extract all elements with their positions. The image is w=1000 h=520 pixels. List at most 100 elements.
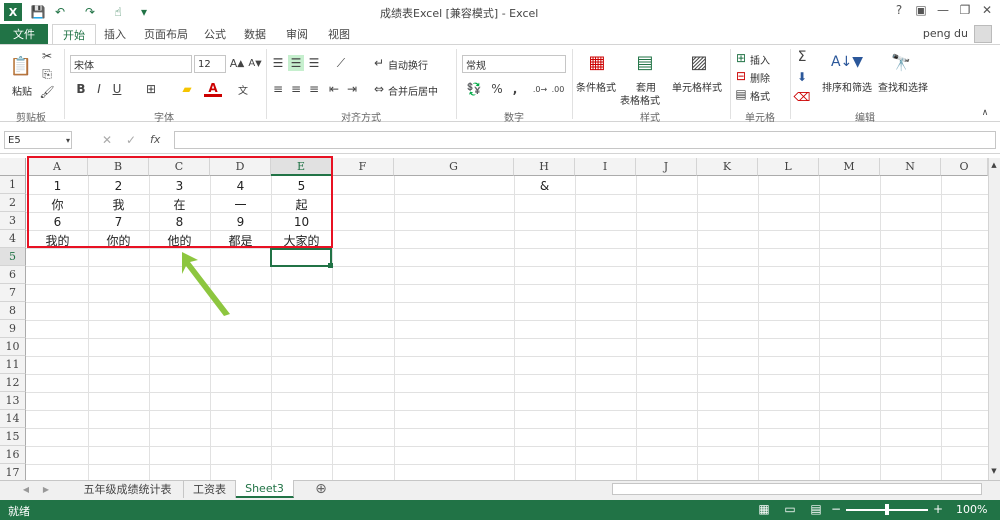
format-painter-icon[interactable]: 🖌 — [39, 85, 54, 99]
page-layout-view-icon[interactable]: ▭ — [782, 502, 798, 516]
orientation-icon[interactable]: ⟋ — [330, 55, 352, 71]
delete-button[interactable]: 删除 — [750, 70, 770, 85]
row-header-8[interactable]: 8 — [0, 302, 26, 320]
fill-color-icon[interactable]: ▰ — [178, 81, 196, 97]
decrease-indent-icon[interactable]: ⇤ — [326, 81, 342, 97]
avatar[interactable] — [974, 25, 992, 43]
column-header-H[interactable]: H — [514, 158, 575, 176]
grow-font-icon[interactable]: A ▲ — [230, 55, 245, 71]
touch-mode-icon[interactable]: ☝ — [110, 4, 126, 20]
comma-button[interactable]: , — [508, 81, 522, 97]
fill-icon[interactable]: ⬇ — [794, 69, 810, 85]
page-break-view-icon[interactable]: ▤ — [808, 502, 824, 516]
name-box-dropdown-icon[interactable]: ▾ — [64, 133, 72, 147]
row-header-16[interactable]: 16 — [0, 446, 26, 464]
restore-icon[interactable]: ❐ — [954, 3, 976, 21]
currency-icon[interactable]: 💱 — [464, 81, 484, 97]
redo-icon[interactable]: ↷ — [82, 4, 98, 20]
align-bottom-icon[interactable]: ☰ — [306, 55, 322, 71]
underline-button[interactable]: U — [110, 81, 124, 97]
row-header-13[interactable]: 13 — [0, 392, 26, 410]
vertical-scrollbar[interactable] — [988, 158, 1000, 480]
name-box[interactable]: E5 — [4, 131, 72, 149]
close-icon[interactable]: ✕ — [976, 3, 998, 21]
merge-center-icon[interactable]: ⇔ — [372, 81, 386, 97]
sort-filter-button[interactable]: 排序和筛选 — [822, 79, 872, 94]
decrease-decimal-icon[interactable]: .00 — [550, 81, 566, 97]
align-left-icon[interactable]: ≡ — [270, 81, 286, 97]
user-name[interactable]: peng du — [923, 27, 968, 40]
conditional-format-icon[interactable]: ▦ — [584, 49, 610, 75]
scroll-down-icon[interactable]: ▼ — [989, 466, 999, 476]
zoom-level[interactable]: 100% — [956, 503, 987, 516]
increase-indent-icon[interactable]: ⇥ — [344, 81, 360, 97]
row-header-6[interactable]: 6 — [0, 266, 26, 284]
row-header-5[interactable]: 5 — [0, 248, 26, 266]
format-cells-icon[interactable]: ▤ — [734, 87, 748, 101]
customize-qat-icon[interactable]: ▾ — [136, 4, 152, 20]
tab-data[interactable]: 数据 — [238, 24, 272, 44]
row-header-2[interactable]: 2 — [0, 194, 26, 212]
row-header-4[interactable]: 4 — [0, 230, 26, 248]
align-center-icon[interactable]: ≡ — [288, 81, 304, 97]
conditional-format-button[interactable]: 条件格式 — [576, 79, 616, 94]
column-header-J[interactable]: J — [636, 158, 697, 176]
wrap-text-icon[interactable]: ↵ — [372, 55, 386, 71]
copy-icon[interactable]: ⎘ — [40, 67, 54, 81]
selected-cell-E5[interactable] — [270, 248, 332, 267]
row-header-15[interactable]: 15 — [0, 428, 26, 446]
increase-decimal-icon[interactable]: .0→ — [532, 81, 548, 97]
enter-icon[interactable]: ✓ — [124, 133, 138, 147]
row-header-10[interactable]: 10 — [0, 338, 26, 356]
align-middle-icon[interactable]: ☰ — [288, 55, 304, 71]
find-select-icon[interactable]: 🔭 — [888, 49, 914, 75]
next-sheet-icon[interactable]: ▶ — [40, 482, 52, 496]
percent-button[interactable]: % — [490, 81, 504, 97]
tab-review[interactable]: 审阅 — [280, 24, 314, 44]
number-format-select[interactable]: 常规 — [462, 55, 566, 73]
save-icon[interactable]: 💾 — [30, 4, 46, 20]
tab-page-layout[interactable]: 页面布局 — [136, 24, 196, 44]
row-header-11[interactable]: 11 — [0, 356, 26, 374]
zoom-in-icon[interactable]: + — [932, 502, 944, 516]
zoom-out-icon[interactable]: − — [830, 502, 842, 516]
sheet-tab-grade-stats[interactable]: 五年级成绩统计表 — [72, 480, 184, 498]
cell-styles-button[interactable]: 单元格样式 — [672, 79, 722, 94]
add-sheet-icon[interactable]: ⊕ — [312, 481, 330, 497]
column-header-N[interactable]: N — [880, 158, 941, 176]
insert-button[interactable]: 插入 — [750, 52, 770, 67]
insert-function-button[interactable]: fx — [150, 133, 160, 146]
paste-button[interactable]: 粘贴 — [12, 83, 32, 98]
undo-icon[interactable]: ↶ — [52, 4, 68, 20]
tab-home[interactable]: 开始 — [52, 24, 96, 44]
row-header-12[interactable]: 12 — [0, 374, 26, 392]
clear-icon[interactable]: ⌫ — [794, 89, 811, 105]
column-header-L[interactable]: L — [758, 158, 819, 176]
column-header-I[interactable]: I — [575, 158, 636, 176]
autosum-button[interactable]: Σ — [794, 49, 810, 65]
column-header-G[interactable]: G — [394, 158, 514, 176]
formula-input[interactable] — [174, 131, 996, 149]
column-header-K[interactable]: K — [697, 158, 758, 176]
bold-button[interactable]: B — [74, 81, 88, 97]
font-size-select[interactable]: 12 — [194, 55, 226, 73]
column-header-O[interactable]: O — [941, 158, 988, 176]
tab-formulas[interactable]: 公式 — [198, 24, 232, 44]
sort-filter-icon[interactable]: A↓▼ — [831, 49, 863, 75]
shrink-font-icon[interactable]: A ▼ — [248, 55, 262, 71]
prev-sheet-icon[interactable]: ◀ — [20, 482, 32, 496]
ribbon-display-icon[interactable]: ▣ — [910, 3, 932, 21]
column-header-M[interactable]: M — [819, 158, 880, 176]
align-top-icon[interactable]: ☰ — [270, 55, 286, 71]
tab-file[interactable]: 文件 — [0, 24, 48, 44]
minimize-icon[interactable]: — — [932, 3, 954, 21]
cell-styles-icon[interactable]: ▨ — [686, 49, 712, 75]
format-table-button-2[interactable]: 表格格式 — [620, 92, 660, 107]
format-button[interactable]: 格式 — [750, 88, 770, 103]
zoom-slider-thumb[interactable] — [885, 504, 889, 515]
tab-insert[interactable]: 插入 — [98, 24, 132, 44]
format-table-icon[interactable]: ▤ — [632, 49, 658, 75]
scroll-up-icon[interactable]: ▲ — [989, 160, 999, 170]
font-name-select[interactable]: 宋体 — [70, 55, 192, 73]
wrap-text-button[interactable]: 自动换行 — [388, 57, 428, 72]
